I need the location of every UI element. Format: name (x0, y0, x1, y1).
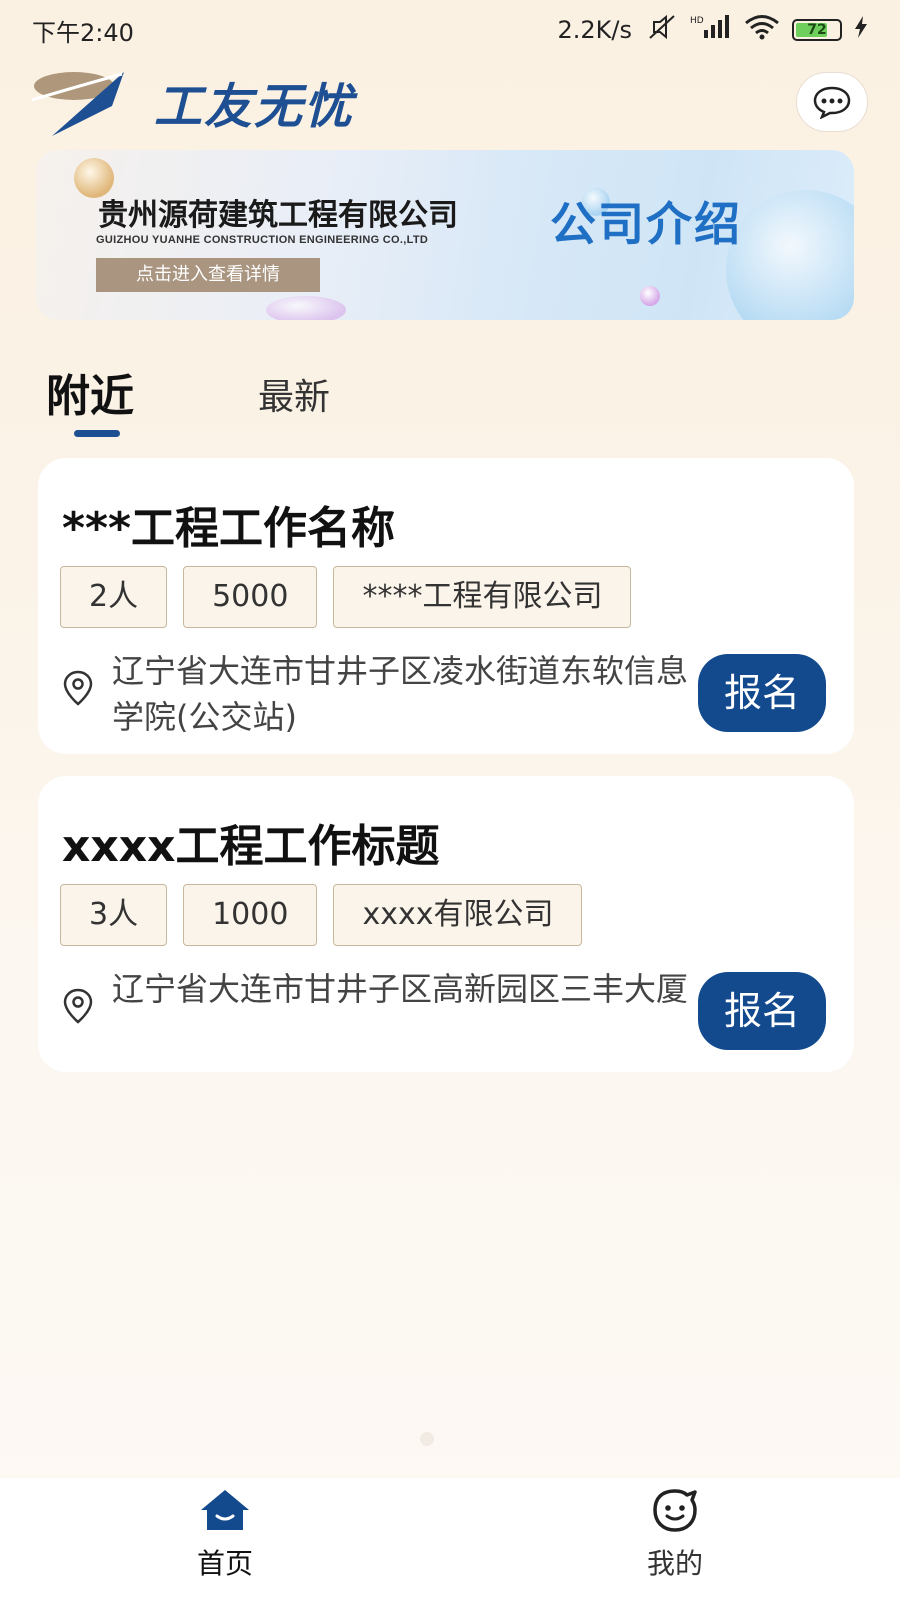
job-title: xxxx工程工作标题 (62, 821, 440, 872)
brand: 工友无忧 (32, 66, 354, 138)
app-header: 工友无忧 (32, 62, 868, 142)
wifi-icon (744, 14, 780, 46)
banner-company-en: GUIZHOU YUANHE CONSTRUCTION ENGINEERING … (96, 234, 429, 246)
job-card[interactable]: xxxx工程工作标题 3人 1000 xxxx有限公司 辽宁省大连市甘井子区高新… (38, 776, 854, 1072)
nav-item-profile[interactable]: 我的 (450, 1478, 900, 1600)
status-bar: 下午2:40 2.2K/s HD 72 (0, 0, 900, 60)
banner-title: 公司介绍 (550, 197, 742, 251)
svg-text:HD: HD (690, 16, 704, 26)
job-title: ***工程工作名称 (62, 503, 396, 554)
app-logo (32, 72, 124, 136)
bottom-nav: 首页 我的 (0, 1478, 900, 1600)
nav-label-home: 首页 (196, 1547, 253, 1580)
job-card[interactable]: ***工程工作名称 2人 5000 ****工程有限公司 辽宁省大连市甘井子区凌… (38, 458, 854, 754)
location-pin-icon (63, 670, 93, 706)
signal-icon: HD (690, 14, 732, 46)
banner-company-name: 贵州源荷建筑工程有限公司 (98, 198, 458, 233)
app-name: 工友无忧 (154, 79, 355, 135)
company-banner[interactable]: 贵州源荷建筑工程有限公司 GUIZHOU YUANHE CONSTRUCTION… (36, 150, 854, 320)
chat-bubble-icon (813, 86, 851, 119)
job-location: 辽宁省大连市甘井子区凌水街道东软信息学院(公交站) (58, 648, 698, 740)
job-tags: 3人 1000 xxxx有限公司 (60, 884, 583, 946)
tab-nearby[interactable]: 附近 (46, 360, 134, 424)
tab-indicator (74, 430, 120, 437)
apply-button[interactable]: 报名 (698, 972, 826, 1050)
home-icon (201, 1490, 249, 1530)
status-time: 下午2:40 (32, 18, 134, 47)
nav-label-profile: 我的 (646, 1547, 703, 1580)
job-address: 辽宁省大连市甘井子区凌水街道东软信息学院(公交站) (112, 652, 689, 736)
chat-button[interactable] (796, 72, 868, 132)
charging-icon (854, 16, 868, 44)
job-address: 辽宁省大连市甘井子区高新园区三丰大厦 (112, 970, 689, 1008)
job-tabs: 附近 最新 (46, 360, 546, 440)
nav-item-home[interactable]: 首页 (0, 1478, 450, 1600)
banner-details-button[interactable]: 点击进入查看详情 (96, 258, 320, 292)
salary-tag: 1000 (183, 884, 318, 946)
net-speed: 2.2K/s (557, 16, 633, 44)
profile-icon (653, 1489, 697, 1532)
battery-level: 72 (807, 22, 827, 38)
headcount-tag: 2人 (60, 566, 168, 628)
job-tags: 2人 5000 ****工程有限公司 (60, 566, 632, 628)
location-pin-icon (63, 988, 93, 1024)
company-tag: xxxx有限公司 (333, 884, 583, 946)
tab-latest[interactable]: 最新 (258, 368, 330, 420)
page-indicator-dot (420, 1432, 434, 1446)
headcount-tag: 3人 (60, 884, 168, 946)
job-location: 辽宁省大连市甘井子区高新园区三丰大厦 (58, 966, 698, 1026)
company-tag: ****工程有限公司 (333, 566, 632, 628)
mute-icon (644, 14, 678, 46)
salary-tag: 5000 (183, 566, 318, 628)
job-list: ***工程工作名称 2人 5000 ****工程有限公司 辽宁省大连市甘井子区凌… (38, 458, 854, 1094)
battery-icon: 72 (792, 19, 842, 41)
apply-button[interactable]: 报名 (698, 654, 826, 732)
status-indicators: 2.2K/s HD 72 (558, 14, 869, 46)
